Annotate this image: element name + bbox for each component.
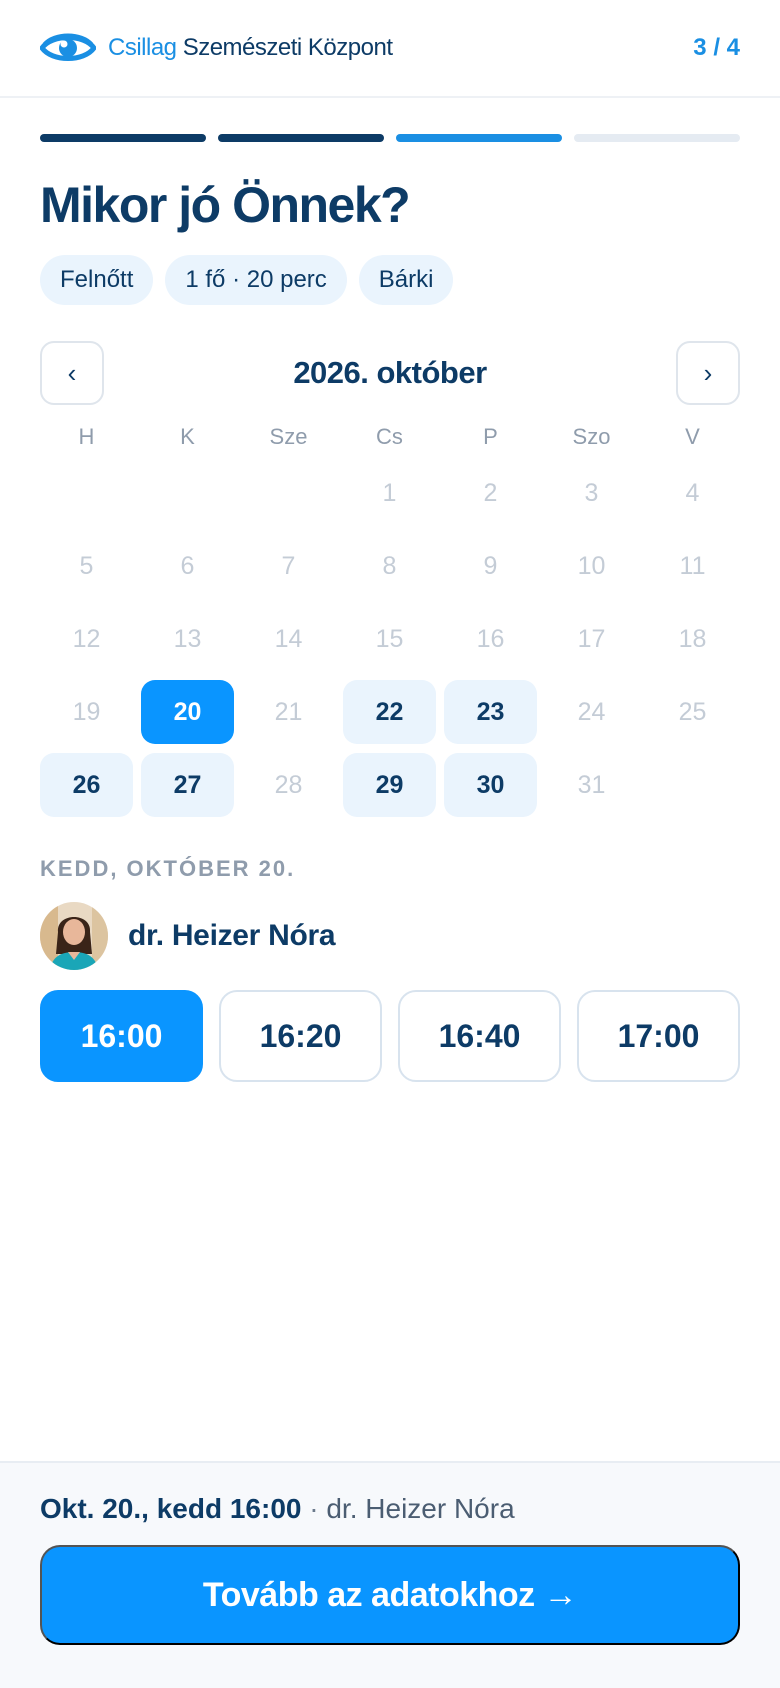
- summary-separator: ·: [301, 1493, 327, 1524]
- calendar-day-disabled: 4: [685, 478, 700, 507]
- calendar-day-disabled: 8: [382, 551, 397, 580]
- chip-duration[interactable]: 1 fő · 20 perc: [165, 255, 347, 305]
- booking-summary: Okt. 20., kedd 16:00 · dr. Heizer Nóra: [40, 1493, 515, 1525]
- calendar-day-disabled: 31: [577, 770, 606, 799]
- booking-footer: Okt. 20., kedd 16:00 · dr. Heizer Nóra T…: [0, 1461, 780, 1688]
- step-counter: 3 / 4: [693, 34, 740, 61]
- progress-segment-4: [574, 134, 740, 142]
- chip-patient-type[interactable]: Felnőtt: [40, 255, 154, 305]
- weekday-label: P: [483, 424, 498, 449]
- doctor-avatar: [40, 902, 108, 970]
- calendar-day-disabled: 9: [483, 551, 498, 580]
- calendar-day-disabled: 1: [382, 478, 397, 507]
- selected-date-label: KEDD, OKTÓBER 20.: [40, 856, 296, 881]
- calendar-day-disabled: 11: [679, 551, 706, 580]
- progress-segment-1: [40, 134, 206, 142]
- doctor-name: dr. Heizer Nóra: [128, 919, 336, 952]
- doctor-row: dr. Heizer Nóra: [40, 902, 336, 970]
- calendar-day-disabled: 24: [577, 697, 606, 726]
- calendar-day-disabled: 21: [274, 697, 303, 726]
- calendar-day-available[interactable]: 26: [40, 753, 133, 817]
- time-slot[interactable]: 16:40: [398, 990, 561, 1082]
- calendar-day-selected[interactable]: 20: [141, 680, 234, 744]
- calendar-day-disabled: 12: [72, 624, 101, 653]
- calendar-header: ‹ 2026. október ›: [40, 341, 740, 405]
- weekday-label: Szo: [572, 424, 611, 449]
- time-slot-selected[interactable]: 16:00: [40, 990, 203, 1082]
- step-progress-bar: [40, 134, 740, 142]
- calendar-day-disabled: 19: [72, 697, 101, 726]
- weekday-label: V: [685, 424, 700, 449]
- calendar-day-disabled: 3: [584, 478, 599, 507]
- time-slot[interactable]: 16:20: [219, 990, 382, 1082]
- calendar-day-disabled: 5: [79, 551, 94, 580]
- weekday-label: Sze: [269, 424, 308, 449]
- calendar-day-disabled: 10: [577, 551, 606, 580]
- chip-doctor[interactable]: Bárki: [358, 255, 454, 305]
- continue-button[interactable]: Tovább az adatokhoz →: [40, 1545, 740, 1645]
- prev-month-button[interactable]: ‹: [40, 341, 104, 405]
- brand-name: Csillag Szemészeti Központ: [108, 34, 393, 62]
- calendar-day-disabled: 2: [483, 478, 498, 507]
- weekday-label: K: [180, 424, 195, 449]
- brand-rest: Szemészeti Központ: [182, 34, 393, 61]
- next-month-button[interactable]: ›: [676, 341, 740, 405]
- calendar-day-available[interactable]: 23: [444, 680, 537, 744]
- calendar-day-disabled: 13: [173, 624, 202, 653]
- summary-doctor: dr. Heizer Nóra: [326, 1493, 515, 1524]
- calendar-day-grid: 1 2 3 4 5 6 7 8 9 10 11 12 13 14 15 16 17 18 19 20 21 22 23 24 2…: [40, 461, 747, 817]
- calendar-day-disabled: 18: [678, 624, 707, 653]
- calendar-day-disabled: 25: [678, 697, 707, 726]
- calendar-day-available[interactable]: 30: [444, 753, 537, 817]
- calendar-day-disabled: 6: [180, 551, 195, 580]
- progress-segment-3: [396, 134, 562, 142]
- calendar-day-disabled: 15: [375, 624, 404, 653]
- time-slot[interactable]: 17:00: [577, 990, 740, 1082]
- weekday-label: Cs: [376, 424, 403, 449]
- calendar-day-disabled: 7: [281, 551, 296, 580]
- weekday-label: H: [78, 424, 95, 449]
- calendar-day-available[interactable]: 27: [141, 753, 234, 817]
- app-header: Csillag Szemészeti Központ 3 / 4: [0, 0, 780, 98]
- weekday-row: H K Sze Cs P Szo V: [40, 424, 747, 450]
- chevron-right-icon: ›: [703, 357, 713, 388]
- calendar-day-available[interactable]: 29: [343, 753, 436, 817]
- brand-highlight: Csillag: [108, 34, 177, 61]
- summary-datetime: Okt. 20., kedd 16:00: [40, 1493, 302, 1524]
- calendar-day-disabled: 14: [274, 624, 303, 653]
- calendar-day-disabled: 28: [274, 770, 303, 799]
- booking-summary-chips: Felnőtt 1 fő · 20 perc Bárki: [40, 255, 454, 305]
- calendar-day-disabled: 17: [577, 624, 606, 653]
- calendar-day-disabled: 16: [476, 624, 505, 653]
- progress-segment-2: [218, 134, 384, 142]
- page-title: Mikor jó Önnek?: [40, 177, 411, 233]
- eye-logo-icon: [40, 30, 96, 66]
- time-slot-list: 16:00 16:20 16:40 17:00: [40, 990, 740, 1082]
- chevron-left-icon: ‹: [67, 357, 77, 388]
- month-label: 2026. október: [293, 355, 487, 390]
- calendar-day-available[interactable]: 22: [343, 680, 436, 744]
